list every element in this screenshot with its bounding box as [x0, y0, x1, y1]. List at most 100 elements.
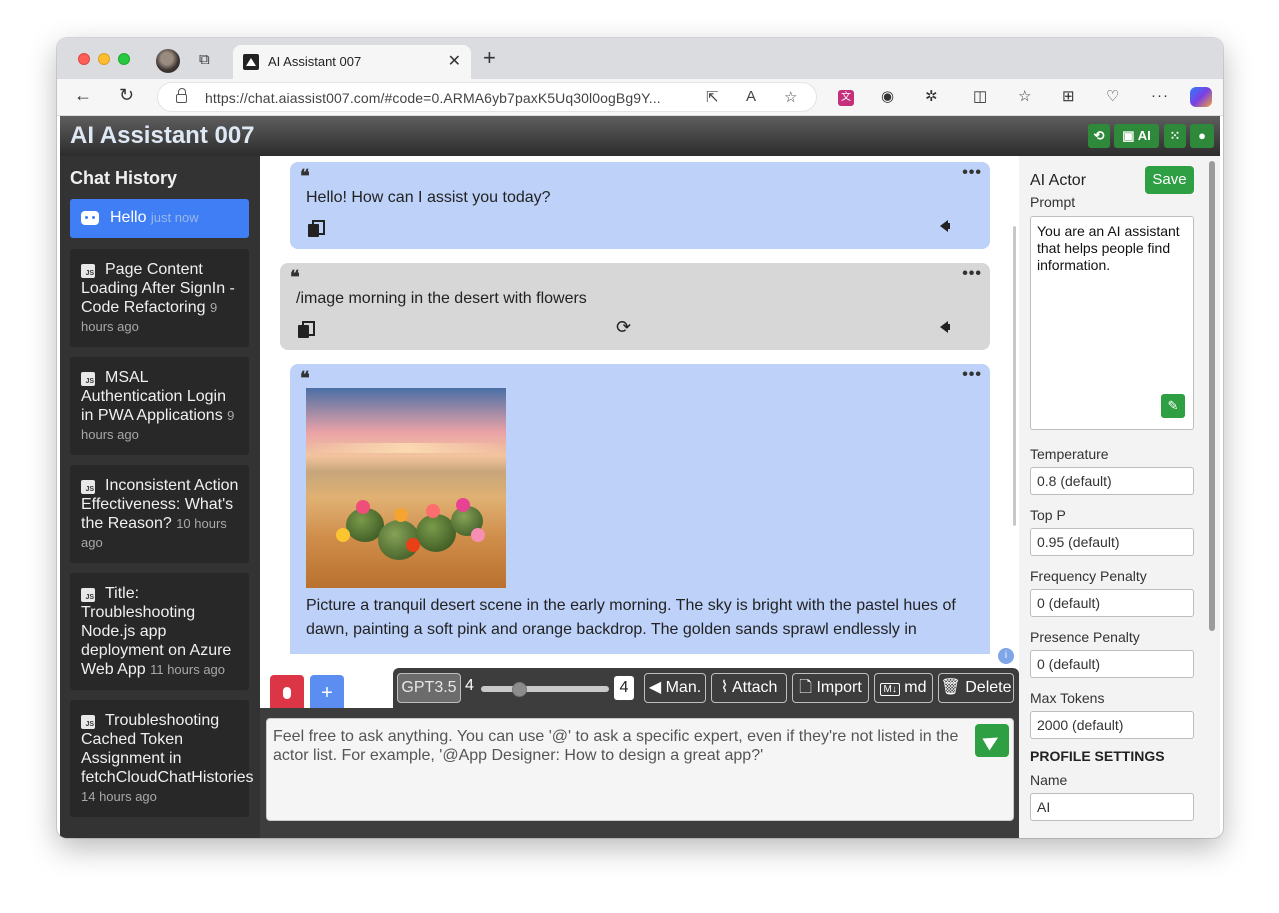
copy-icon[interactable] — [308, 220, 325, 237]
more-menu-icon[interactable]: ··· — [1151, 87, 1169, 104]
profile-avatar[interactable] — [156, 49, 180, 73]
tab-title: AI Assistant 007 — [268, 54, 362, 69]
app-root: AI Assistant 007 ⟲ ▣ AI ⁙ ● Chat History… — [60, 116, 1220, 838]
generated-desert-image[interactable] — [306, 388, 506, 588]
chat-item[interactable]: JS Title: Troubleshooting Node.js app de… — [70, 573, 249, 690]
chat-item-time: 11 hours ago — [150, 662, 226, 677]
context-slider-handle[interactable] — [512, 682, 528, 697]
attach-button[interactable]: ⌇ Attach — [711, 673, 787, 703]
collections-icon[interactable]: ⊞ — [1062, 87, 1075, 105]
max-tokens-field[interactable]: 2000 (default) — [1030, 711, 1194, 739]
assistant-message: ❝ ••• Picture a tranquil desert scene in… — [290, 364, 990, 654]
message-text: Hello! How can I assist you today? — [306, 189, 551, 206]
favorites-icon[interactable]: ☆ — [1018, 87, 1031, 105]
context-slider[interactable] — [481, 686, 609, 692]
copy-icon[interactable] — [298, 321, 315, 338]
speaker-icon[interactable] — [940, 321, 950, 333]
message-input[interactable]: Feel free to ask anything. You can use '… — [266, 718, 1014, 821]
presence-penalty-field[interactable]: 0 (default) — [1030, 650, 1194, 678]
presence-penalty-label: Presence Penalty — [1030, 629, 1140, 645]
delete-label: Delete — [965, 679, 1012, 696]
read-aloud-icon[interactable]: A — [746, 88, 756, 105]
chat-item-time: 14 hours ago — [81, 789, 157, 804]
assistant-message: ❝ ••• Hello! How can I assist you today? — [290, 162, 990, 249]
prompt-label: Prompt — [1030, 194, 1076, 210]
quote-icon: ❝ — [300, 166, 310, 187]
chat-item[interactable]: JS MSAL Authentication Login in PWA Appl… — [70, 357, 249, 455]
message-input-placeholder: Feel free to ask anything. You can use '… — [273, 728, 959, 764]
input-area: Feel free to ask anything. You can use '… — [260, 708, 1019, 838]
import-button[interactable]: 🗋 Import — [792, 673, 869, 703]
speaker-icon[interactable] — [940, 220, 950, 232]
chat-item-active[interactable]: Hello just now — [70, 199, 249, 238]
url-text: https://chat.aiassist007.com/#code=0.ARM… — [205, 90, 661, 106]
chat-item[interactable]: JS Page Content Loading After SignIn - C… — [70, 249, 249, 347]
password-extension-icon[interactable]: ◉ — [881, 87, 894, 105]
chat-history-sidebar: Chat History Hello just now JS Page Cont… — [60, 156, 260, 838]
split-screen-icon[interactable]: ◫ — [973, 87, 987, 105]
manual-button[interactable]: ◀ Man. — [644, 673, 706, 703]
chat-item[interactable]: JS Troubleshooting Cached Token Assignme… — [70, 700, 254, 817]
image-flower — [426, 504, 440, 518]
name-field[interactable]: AI — [1030, 793, 1194, 821]
sidebar-title: Chat History — [70, 168, 178, 188]
chat-scrollbar[interactable] — [1013, 226, 1016, 526]
top-p-field[interactable]: 0.95 (default) — [1030, 528, 1194, 556]
address-bar[interactable]: https://chat.aiassist007.com/#code=0.ARM… — [157, 82, 817, 112]
pencil-icon[interactable]: ✎ — [1161, 394, 1185, 418]
info-icon[interactable]: i — [998, 648, 1014, 664]
message-menu-icon[interactable]: ••• — [962, 366, 982, 384]
apps-grid-icon[interactable]: ⁙ — [1164, 124, 1186, 148]
copilot-icon[interactable] — [1190, 87, 1212, 107]
image-flower — [336, 528, 350, 542]
temperature-field[interactable]: 0.8 (default) — [1030, 467, 1194, 495]
chat-main: ❝ ••• Hello! How can I assist you today?… — [260, 156, 1019, 838]
delete-button[interactable]: 🗑 Delete — [938, 673, 1014, 703]
send-button[interactable] — [975, 724, 1009, 757]
robot-icon — [81, 211, 99, 225]
quote-icon: ❝ — [300, 368, 310, 389]
panel-scrollbar[interactable] — [1209, 161, 1215, 631]
import-label: Import — [816, 679, 862, 696]
markdown-label: md — [904, 679, 927, 696]
performance-icon[interactable]: ♡ — [1106, 87, 1119, 105]
image-flower — [471, 528, 485, 542]
extensions-icon[interactable]: ✲ — [925, 87, 938, 105]
save-button[interactable]: Save — [1145, 166, 1194, 194]
max-tokens-label: Max Tokens — [1030, 690, 1105, 706]
prompt-textarea[interactable]: You are an AI assistant that helps peopl… — [1030, 216, 1194, 430]
file-import-icon: 🗋 — [799, 679, 813, 696]
translate-extension-icon[interactable]: 文 — [838, 90, 854, 106]
profile-settings-heading: PROFILE SETTINGS — [1030, 748, 1165, 764]
user-profile-icon[interactable]: ● — [1190, 124, 1214, 148]
regenerate-icon[interactable]: ⟳ — [616, 317, 631, 338]
message-menu-icon[interactable]: ••• — [962, 265, 982, 283]
browser-window: ⧉ AI Assistant 007 ✕ + ← ↻ https://chat.… — [57, 38, 1223, 838]
browser-tab[interactable]: AI Assistant 007 ✕ — [233, 45, 471, 79]
tab-close-icon[interactable]: ✕ — [448, 51, 461, 71]
markdown-button[interactable]: M↓ md — [874, 673, 933, 703]
frequency-penalty-field[interactable]: 0 (default) — [1030, 589, 1194, 617]
chat-item[interactable]: JS Inconsistent Action Effectiveness: Wh… — [70, 465, 249, 563]
new-tab-button[interactable]: + — [483, 47, 496, 69]
tab-strip: ⧉ AI Assistant 007 ✕ + — [57, 38, 1223, 79]
close-window-button[interactable] — [78, 53, 90, 65]
message-menu-icon[interactable]: ••• — [962, 164, 982, 182]
minimize-window-button[interactable] — [98, 53, 110, 65]
back-icon[interactable]: ← — [74, 85, 92, 106]
ai-actor-panel: AI Actor Save Prompt You are an AI assis… — [1019, 156, 1220, 838]
manual-label: Man. — [665, 679, 702, 696]
reload-icon[interactable]: ↻ — [119, 85, 134, 106]
model-selector[interactable]: GPT3.5 — [397, 673, 461, 703]
user-message: ❝ ••• /image morning in the desert with … — [280, 263, 990, 350]
markdown-icon: M↓ — [880, 683, 900, 696]
zoom-window-button[interactable] — [118, 53, 130, 65]
favorite-star-icon[interactable]: ☆ — [784, 88, 797, 106]
ai-actor-button[interactable]: ▣ AI — [1114, 124, 1159, 148]
tab-actions-icon[interactable]: ⧉ — [199, 51, 217, 69]
quote-icon: ❝ — [290, 267, 300, 288]
image-flower — [406, 538, 420, 552]
history-icon[interactable]: ⟲ — [1088, 124, 1110, 148]
speaker-icon: ◀ — [648, 679, 662, 696]
open-in-app-icon[interactable]: ⇱ — [706, 88, 719, 106]
